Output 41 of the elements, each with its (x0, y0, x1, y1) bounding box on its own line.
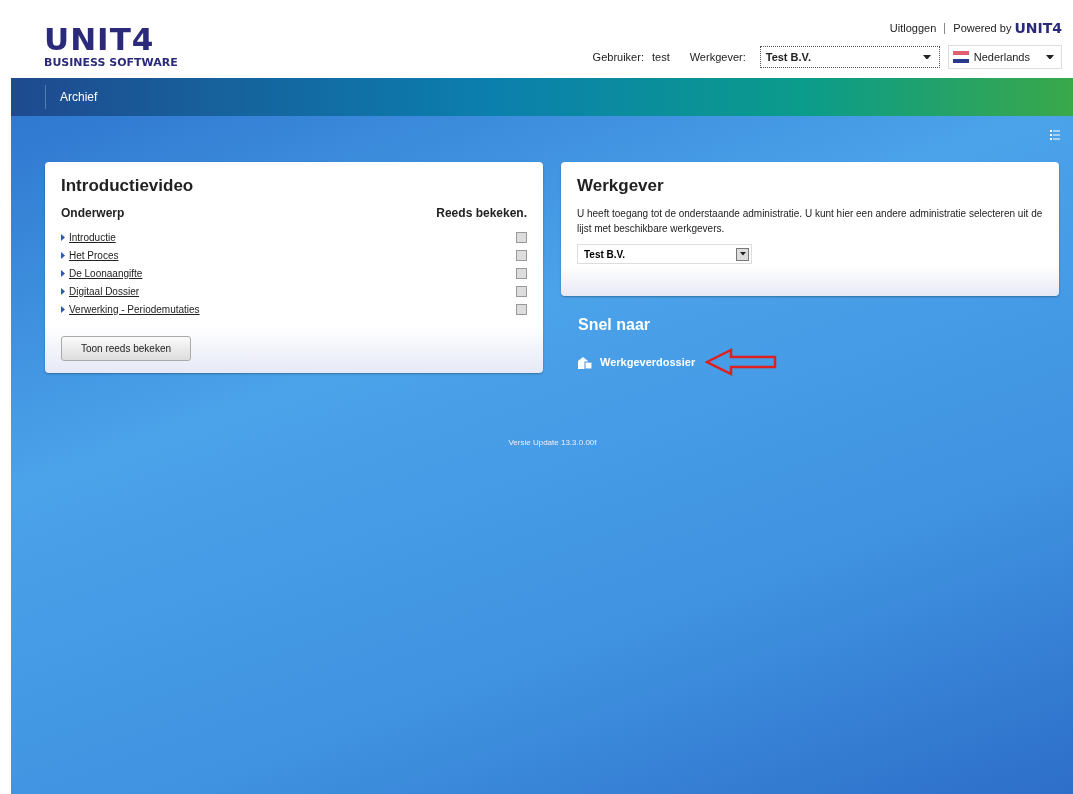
show-seen-button[interactable]: Toon reeds bekeken (61, 336, 191, 361)
flag-icon (952, 51, 969, 63)
caret-icon (1046, 54, 1054, 60)
section-title: Snel naar (578, 316, 652, 334)
checkbox[interactable] (516, 231, 527, 243)
column-header: Reeds bekeken. (436, 206, 527, 220)
user-name: test (651, 51, 670, 63)
checkbox[interactable] (516, 249, 527, 261)
video-link[interactable]: Het Proces (61, 249, 119, 261)
triangle-icon (61, 251, 65, 259)
user-label: Gebruiker: (592, 51, 644, 63)
version-text: Versie Update 13.3.0.00f (507, 438, 598, 447)
column-header: Onderwerp (61, 206, 125, 220)
caret-icon (739, 252, 746, 256)
checkbox[interactable] (516, 285, 527, 297)
employer-label: Werkgever: (689, 51, 746, 63)
panel-title: Werkgever (577, 176, 665, 196)
triangle-icon (61, 305, 65, 313)
video-link[interactable]: Introductie (61, 231, 116, 243)
triangle-icon (61, 233, 65, 241)
logo-mark: UNIT4 (44, 26, 156, 52)
triangle-icon (61, 269, 65, 277)
building-icon (578, 355, 592, 369)
video-link[interactable]: Verwerking - Periodemutaties (61, 303, 200, 315)
panel-title: Introductievideo (61, 176, 195, 196)
checkbox[interactable] (516, 303, 527, 315)
employer-select[interactable]: Test B.V. (577, 244, 752, 264)
video-link[interactable]: Digitaal Dossier (61, 285, 140, 297)
language-select[interactable]: Nederlands (947, 45, 1062, 69)
nav-tab[interactable]: Archief (45, 85, 98, 109)
logout-link[interactable]: Uitloggen (889, 22, 937, 34)
powered-by-text: Powered by (953, 22, 1012, 34)
employer-select[interactable]: Test B.V. (759, 46, 940, 68)
list-icon[interactable] (1050, 130, 1060, 140)
logo-tagline: BUSINESS SOFTWARE (44, 56, 178, 69)
checkbox[interactable] (516, 267, 527, 279)
powered-by-logo: UNIT4 (1014, 20, 1062, 36)
employer-description: U heeft toegang tot de onderstaande administratie. U kunt hier een andere administratie selecteren uit de lijst met beschikbare werkgevers. (577, 207, 1043, 236)
triangle-icon (61, 287, 65, 295)
video-link[interactable]: De Loonaangifte (61, 267, 143, 279)
caret-icon (922, 54, 931, 60)
